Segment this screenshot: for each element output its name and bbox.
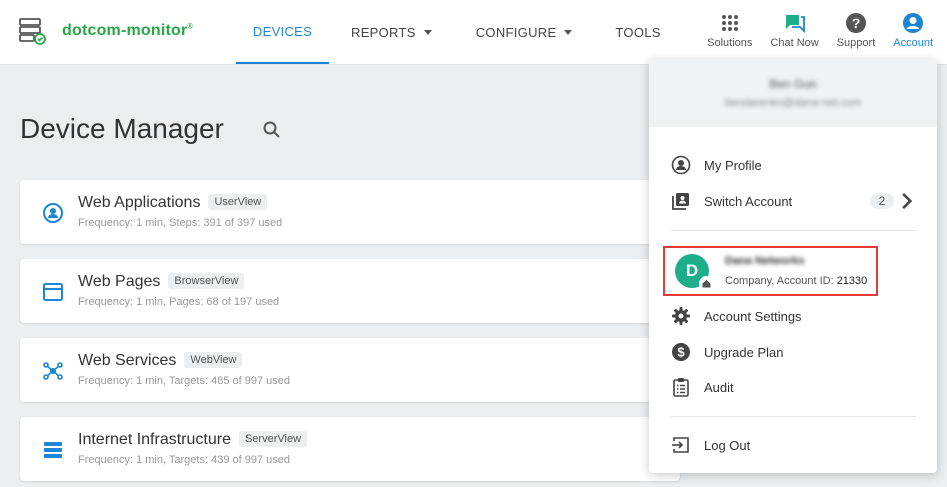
device-card-web-services[interactable]: Web Services WebView Frequency: 1 min, Ta… <box>20 338 680 402</box>
nav-tools[interactable]: TOOLS <box>615 0 660 64</box>
home-icon <box>702 280 711 288</box>
chevron-right-icon <box>902 192 913 210</box>
chat-now-label: Chat Now <box>770 37 819 49</box>
profile-icon <box>671 155 691 175</box>
device-card-internet-infrastructure[interactable]: Internet Infrastructure ServerView Freque… <box>20 417 680 481</box>
card-title: Web Pages BrowserView <box>78 273 245 291</box>
svg-text:?: ? <box>852 15 861 31</box>
server-logo-icon <box>19 18 46 45</box>
browser-window-icon <box>43 283 63 301</box>
card-subtitle: Frequency: 1 min, Pages: 68 of 197 used <box>78 296 280 308</box>
gear-icon <box>672 307 690 325</box>
solutions-button[interactable]: Solutions <box>707 12 752 49</box>
search-icon[interactable] <box>262 120 282 140</box>
page-title: Device Manager <box>20 113 224 144</box>
device-card-web-pages[interactable]: Web Pages BrowserView Frequency: 1 min, P… <box>20 259 680 323</box>
caret-down-icon <box>564 29 573 35</box>
top-header: dotcom-monitor® DEVICES REPORTS CONFIGUR… <box>0 0 947 65</box>
upgrade-plan-label: Upgrade Plan <box>704 344 784 360</box>
logout-icon <box>672 437 689 453</box>
logo-text: dotcom-monitor® <box>62 22 193 39</box>
account-count-badge: 2 <box>870 193 894 209</box>
switch-account-label: Switch Account <box>704 193 793 209</box>
account-icon <box>903 13 924 33</box>
user-email: bendarenko@dana-net.com <box>724 97 862 109</box>
account-settings-item[interactable]: Account Settings <box>671 302 916 330</box>
main-nav: DEVICES REPORTS CONFIGURE TOOLS <box>236 0 661 64</box>
my-profile-item[interactable]: My Profile <box>671 151 916 179</box>
svg-text:$: $ <box>677 345 685 360</box>
card-title: Internet Infrastructure ServerView <box>78 431 308 449</box>
view-tag: WebView <box>184 352 243 368</box>
current-account-item[interactable]: D Dana Networks Company, Account ID: 213… <box>663 246 878 296</box>
audit-item[interactable]: Audit <box>671 373 916 401</box>
user-info-header: Ben Gun bendarenko@dana-net.com <box>649 59 937 127</box>
user-circle-icon <box>43 203 63 223</box>
clipboard-list-icon <box>673 378 689 397</box>
menu-divider <box>671 416 916 417</box>
my-profile-label: My Profile <box>704 157 762 173</box>
solutions-label: Solutions <box>707 37 753 49</box>
log-out-item[interactable]: Log Out <box>671 431 916 459</box>
help-icon: ? <box>845 13 866 33</box>
account-info: Company, Account ID: 21330 <box>725 275 868 287</box>
card-subtitle: Frequency: 1 min, Targets: 439 of 997 us… <box>78 454 290 466</box>
chat-now-button[interactable]: Chat Now <box>770 12 819 49</box>
view-tag: BrowserView <box>168 273 245 289</box>
upgrade-plan-item[interactable]: $ Upgrade Plan <box>671 338 916 366</box>
account-button[interactable]: Account <box>893 12 933 49</box>
card-title: Web Services WebView <box>78 352 243 370</box>
account-id: 21330 <box>836 275 868 287</box>
caret-down-icon <box>423 29 432 35</box>
support-label: Support <box>836 37 876 49</box>
grid-icon <box>721 15 738 31</box>
view-tag: ServerView <box>238 431 308 447</box>
account-settings-label: Account Settings <box>704 308 802 324</box>
nav-devices[interactable]: DEVICES <box>236 0 329 64</box>
nav-reports[interactable]: REPORTS <box>351 0 432 64</box>
dollar-icon: $ <box>672 343 690 361</box>
menu-divider <box>671 230 916 231</box>
view-tag: UserView <box>208 194 268 210</box>
nav-configure[interactable]: CONFIGURE <box>476 0 573 64</box>
logo[interactable]: dotcom-monitor® <box>18 16 193 46</box>
device-card-web-applications[interactable]: Web Applications UserView Frequency: 1 mi… <box>20 180 680 244</box>
server-stack-icon <box>44 442 62 458</box>
network-hub-icon <box>43 362 63 380</box>
card-title: Web Applications UserView <box>78 194 268 212</box>
user-name: Ben Gun <box>769 77 817 91</box>
card-subtitle: Frequency: 1 min, Targets: 485 of 997 us… <box>78 375 290 387</box>
log-out-label: Log Out <box>704 437 751 453</box>
switch-account-icon <box>672 193 689 210</box>
switch-account-item[interactable]: Switch Account 2 <box>671 187 916 215</box>
home-badge <box>699 276 714 291</box>
account-label: Account <box>893 37 933 49</box>
audit-label: Audit <box>704 379 734 395</box>
utility-nav: Solutions Chat Now ? Support Account <box>689 12 933 49</box>
account-name: Dana Networks <box>725 255 805 267</box>
card-subtitle: Frequency: 1 min, Steps: 391 of 397 used <box>78 217 283 229</box>
account-dropdown-menu: Ben Gun bendarenko@dana-net.com My Profi… <box>649 59 937 473</box>
chat-icon <box>785 15 805 34</box>
support-button[interactable]: ? Support <box>836 12 876 49</box>
